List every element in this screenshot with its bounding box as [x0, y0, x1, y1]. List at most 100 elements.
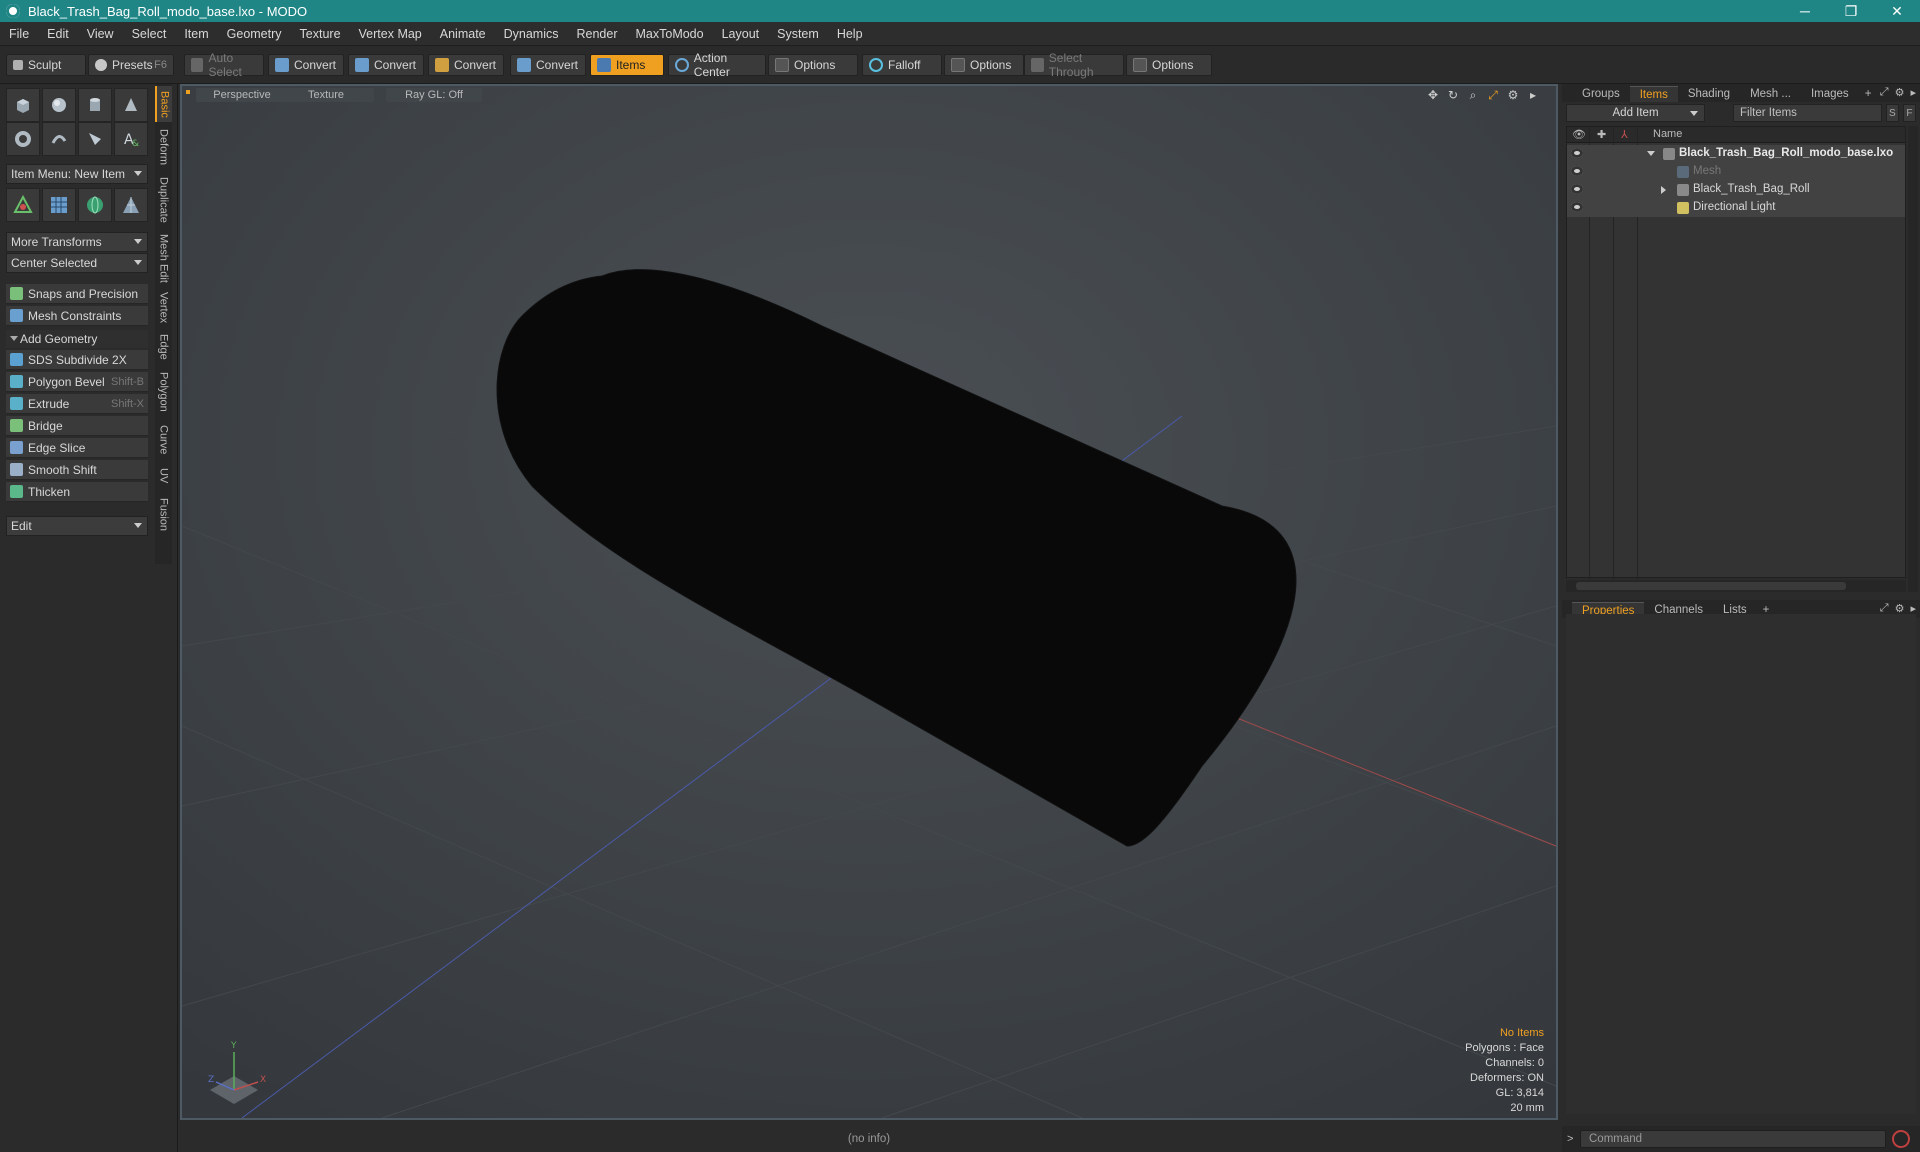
tab-edge[interactable]: Edge	[155, 330, 172, 364]
presets-button[interactable]: Presets F6	[88, 54, 174, 76]
sphere-primitive-button[interactable]	[42, 88, 76, 122]
tree-row-trash-bag[interactable]: Black_Trash_Bag_Roll	[1567, 181, 1905, 199]
raygl-toggle[interactable]: Ray GL: Off	[386, 88, 482, 102]
view-type-selector[interactable]: Perspective	[196, 88, 288, 102]
panel-gear-icon[interactable]: ⚙	[1895, 86, 1905, 99]
tab-polygon[interactable]: Polygon	[155, 366, 172, 418]
visibility-eye-icon[interactable]	[1571, 184, 1583, 194]
auto-select-button[interactable]: Auto Select	[184, 51, 264, 79]
item-tree-vscroll[interactable]	[1908, 126, 1918, 592]
add-geometry-header[interactable]: Add Geometry	[6, 330, 148, 348]
action-center-button[interactable]: Action Center	[668, 51, 766, 79]
rotate-icon[interactable]: ↻	[1446, 88, 1460, 102]
tab-curve[interactable]: Curve	[155, 420, 172, 460]
items-mode-button[interactable]: Items	[590, 54, 664, 76]
close-button[interactable]: ✕	[1874, 0, 1920, 22]
sds-subdivide-button[interactable]: SDS Subdivide 2X	[6, 350, 148, 370]
menu-texture[interactable]: Texture	[291, 27, 350, 41]
menu-edit[interactable]: Edit	[38, 27, 78, 41]
bridge-button[interactable]: Bridge	[6, 416, 148, 436]
command-arrow-icon[interactable]: >	[1567, 1133, 1573, 1145]
falloff-button[interactable]: Falloff	[862, 54, 942, 76]
tab-items[interactable]: Items	[1629, 86, 1678, 102]
tree-row-mesh[interactable]: Mesh	[1567, 163, 1905, 181]
tree-row-scene[interactable]: Black_Trash_Bag_Roll_modo_base.lxo	[1567, 145, 1905, 163]
torus-primitive-button[interactable]	[6, 122, 40, 156]
extrude-button[interactable]: Extrude Shift-X	[6, 394, 148, 414]
edge-slice-button[interactable]: Edge Slice	[6, 438, 148, 458]
menu-help[interactable]: Help	[828, 27, 872, 41]
tab-uv[interactable]: UV	[155, 462, 172, 490]
tab-deform[interactable]: Deform	[155, 124, 172, 170]
center-selected-dropdown[interactable]: Center Selected	[6, 253, 148, 273]
mesh-constraints-button[interactable]: Mesh Constraints	[6, 306, 148, 326]
convert-vertices-button[interactable]: Convert	[268, 54, 344, 76]
command-history-icon[interactable]	[1892, 1130, 1910, 1148]
tab-mesh-edit[interactable]: Mesh Edit	[155, 230, 172, 286]
globe-tool-button[interactable]	[78, 188, 112, 222]
menu-vertex-map[interactable]: Vertex Map	[350, 27, 431, 41]
item-tree[interactable]: 👁 ✚ ⅄ Name Black_Trash_Bag_Roll_modo_bas…	[1566, 126, 1906, 579]
more-transforms-dropdown[interactable]: More Transforms	[6, 232, 148, 252]
maximize-panel-icon[interactable]: ⤢	[1880, 86, 1889, 99]
filter-s-button[interactable]: S	[1885, 104, 1899, 122]
expand-arrow-icon[interactable]	[1661, 186, 1666, 194]
tab-vertex[interactable]: Vertex	[155, 288, 172, 328]
tab-fusion[interactable]: Fusion	[155, 492, 172, 538]
menu-item[interactable]: Item	[175, 27, 217, 41]
panel-arrow-icon[interactable]: ▸	[1910, 86, 1916, 99]
convert-polygons-button[interactable]: Convert	[428, 54, 504, 76]
maximize-view-icon[interactable]: ⤢	[1486, 88, 1500, 102]
tree-row-directional-light[interactable]: Directional Light	[1567, 199, 1905, 217]
thicken-button[interactable]: Thicken	[6, 482, 148, 502]
pyramid-tool-button[interactable]	[114, 188, 148, 222]
tab-images[interactable]: Images	[1801, 86, 1859, 102]
filter-f-button[interactable]: F	[1902, 104, 1916, 122]
add-tab-icon[interactable]: +	[1859, 86, 1878, 102]
maximize-button[interactable]: ❐	[1828, 0, 1874, 22]
pen-tool-button[interactable]	[78, 122, 112, 156]
viewport-scene[interactable]: Y X Z	[182, 86, 1556, 1118]
convert-edges-button[interactable]: Convert	[348, 54, 424, 76]
cylinder-primitive-button[interactable]	[78, 88, 112, 122]
cone-primitive-button[interactable]	[114, 88, 148, 122]
action-center-options-button[interactable]: Options	[768, 54, 858, 76]
zoom-icon[interactable]: ⌕	[1466, 88, 1480, 102]
cube-primitive-button[interactable]	[6, 88, 40, 122]
tab-groups[interactable]: Groups	[1572, 86, 1630, 102]
menu-render[interactable]: Render	[568, 27, 627, 41]
snaps-precision-button[interactable]: Snaps and Precision	[6, 284, 148, 304]
tube-primitive-button[interactable]	[42, 122, 76, 156]
edit-dropdown[interactable]: Edit	[6, 516, 148, 536]
minimize-button[interactable]: ─	[1782, 0, 1828, 22]
polygon-bevel-button[interactable]: Polygon Bevel Shift-B	[6, 372, 148, 392]
move-tool-button[interactable]	[6, 188, 40, 222]
tab-mesh[interactable]: Mesh ...	[1740, 86, 1801, 102]
visibility-eye-icon[interactable]	[1571, 202, 1583, 212]
smooth-shift-button[interactable]: Smooth Shift	[6, 460, 148, 480]
menu-system[interactable]: System	[768, 27, 828, 41]
pan-icon[interactable]: ✥	[1426, 88, 1440, 102]
filter-items-input[interactable]: Filter Items	[1733, 104, 1882, 122]
text-tool-button[interactable]: A &	[114, 122, 148, 156]
menu-geometry[interactable]: Geometry	[218, 27, 291, 41]
falloff-options-button[interactable]: Options	[944, 54, 1024, 76]
select-through-button[interactable]: Select Through	[1024, 51, 1124, 79]
collapse-arrow-icon[interactable]	[1647, 151, 1655, 156]
grid-tool-button[interactable]	[42, 188, 76, 222]
visibility-eye-icon[interactable]	[1571, 148, 1583, 158]
menu-select[interactable]: Select	[123, 27, 176, 41]
3d-viewport[interactable]: Y X Z Perspective Texture Ray GL: Off ✥ …	[180, 84, 1558, 1120]
command-input[interactable]: Command	[1580, 1130, 1886, 1148]
menu-dynamics[interactable]: Dynamics	[495, 27, 568, 41]
visibility-eye-icon[interactable]	[1571, 166, 1583, 176]
select-options-button[interactable]: Options	[1126, 54, 1212, 76]
settings-gear-icon[interactable]: ⚙	[1506, 88, 1520, 102]
expand-arrow-icon[interactable]: ▸	[1526, 88, 1540, 102]
tab-basic[interactable]: Basic	[155, 86, 172, 122]
tab-shading[interactable]: Shading	[1678, 86, 1740, 102]
menu-view[interactable]: View	[78, 27, 123, 41]
menu-layout[interactable]: Layout	[713, 27, 769, 41]
item-tree-hscroll[interactable]	[1566, 580, 1906, 592]
menu-maxtomodo[interactable]: MaxToModo	[627, 27, 713, 41]
